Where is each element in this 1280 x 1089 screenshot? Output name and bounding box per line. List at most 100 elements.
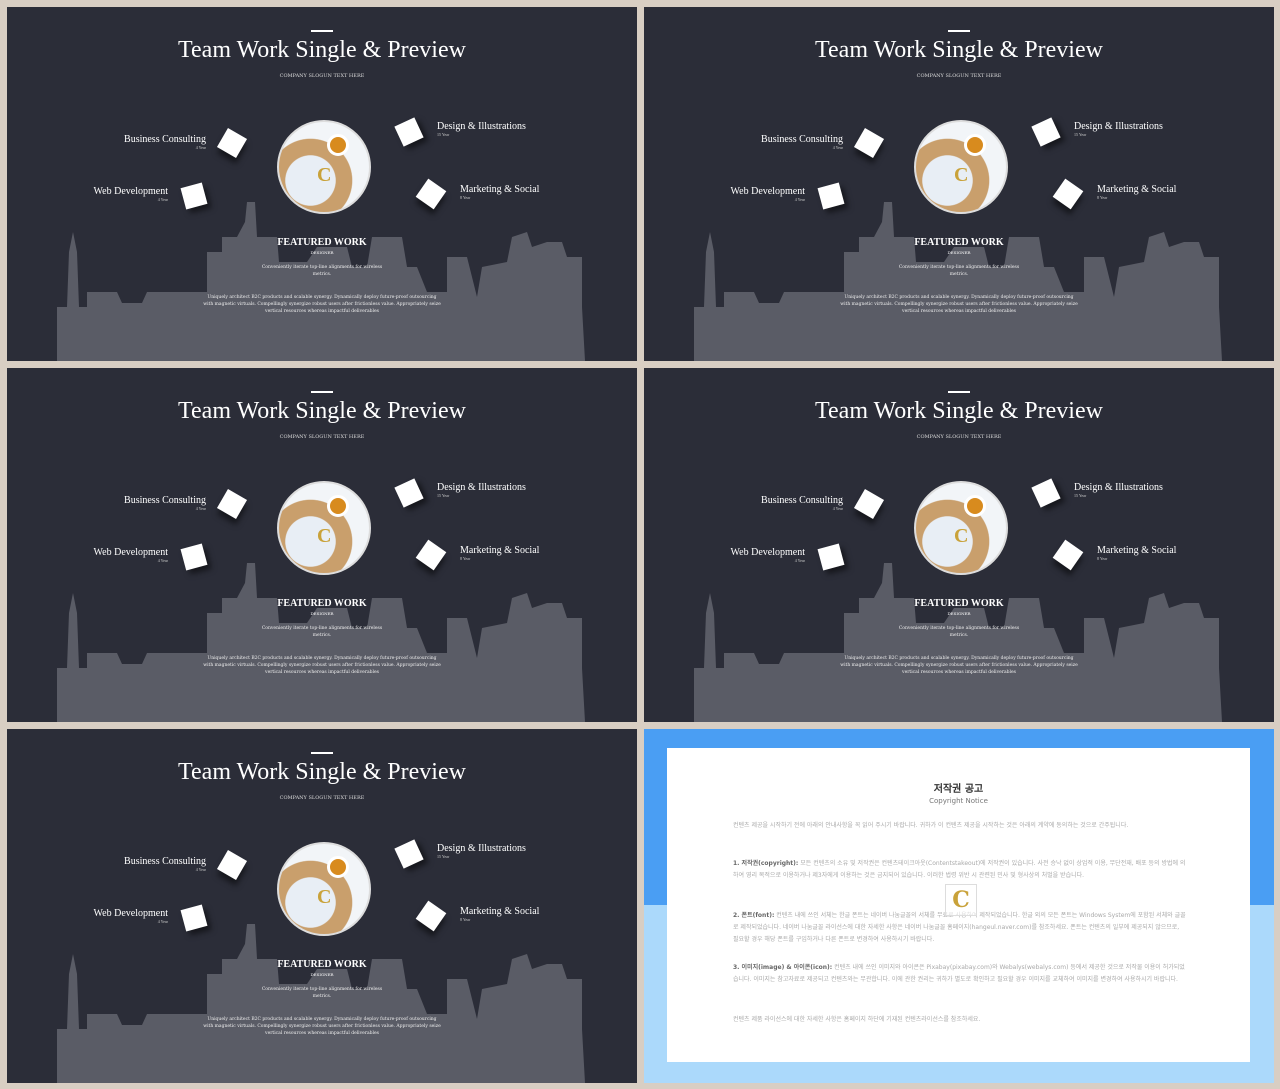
skill-label: Web Development bbox=[93, 186, 168, 197]
skill-web-development: Web Development 4 Year bbox=[94, 547, 168, 563]
logo-letter: C bbox=[954, 525, 969, 547]
skill-label: Business Consulting bbox=[761, 495, 843, 506]
featured-role: DESIGNER bbox=[310, 972, 334, 977]
skill-design-illustrations: Design & Illustrations 15 Year bbox=[1074, 121, 1163, 137]
featured-description: Uniquely architect B2C products and scal… bbox=[840, 656, 1078, 675]
skill-business-consulting: Business Consulting 4 Year bbox=[761, 495, 843, 511]
featured-description: Uniquely architect B2C products and scal… bbox=[840, 295, 1078, 314]
skill-label: Design & Illustrations bbox=[437, 121, 526, 132]
featured-description: Uniquely architect B2C products and scal… bbox=[203, 1017, 441, 1036]
title-divider bbox=[311, 30, 333, 32]
copyright-subtitle: Copyright Notice bbox=[929, 797, 988, 805]
skill-label: Business Consulting bbox=[124, 856, 206, 867]
skill-years: 15 Year bbox=[437, 854, 450, 859]
skill-marketing-social: Marketing & Social 8 Year bbox=[460, 906, 539, 922]
featured-intro: Conveniently iterate top-line alignments… bbox=[898, 626, 1020, 638]
skill-label: Design & Illustrations bbox=[1074, 482, 1163, 493]
copyright-title: 저작권 공고 bbox=[933, 784, 984, 795]
slide-thumbnail-2[interactable]: Team Work Single & Preview COMPANY SLOGU… bbox=[644, 7, 1274, 361]
slide-thumbnail-1[interactable]: Team Work Single & Preview COMPANY SLOGU… bbox=[7, 7, 637, 361]
skill-web-development: Web Development 4 Year bbox=[731, 186, 805, 202]
title-divider bbox=[311, 391, 333, 393]
skill-web-development: Web Development 4 Year bbox=[731, 547, 805, 563]
skill-label: Design & Illustrations bbox=[437, 482, 526, 493]
copyright-footer: 컨텐츠 제품 라이선스에 대한 자세한 사항은 홈페이지 하단에 기재된 컨텐츠… bbox=[733, 1016, 981, 1023]
skill-label: Web Development bbox=[93, 547, 168, 558]
skill-years: 15 Year bbox=[437, 132, 450, 137]
slide-thumbnail-3[interactable]: Team Work Single & Preview COMPANY SLOGU… bbox=[7, 368, 637, 722]
title-divider bbox=[948, 30, 970, 32]
skill-years: 8 Year bbox=[1097, 195, 1108, 200]
skill-years: 8 Year bbox=[1097, 556, 1108, 561]
featured-role: DESIGNER bbox=[310, 611, 334, 616]
coffee-cup-icon bbox=[327, 856, 349, 878]
slide-title: Team Work Single & Preview bbox=[815, 37, 1103, 63]
coffee-cup-icon bbox=[964, 495, 986, 517]
slide-thumbnail-5[interactable]: Team Work Single & Preview COMPANY SLOGU… bbox=[7, 729, 637, 1083]
skill-business-consulting: Business Consulting 4 Year bbox=[761, 134, 843, 150]
featured-intro: Conveniently iterate top-line alignments… bbox=[261, 626, 383, 638]
featured-role: DESIGNER bbox=[310, 250, 334, 255]
copyright-slide: 저작권 공고 Copyright Notice 컨텐츠 제공을 시작하기 전에 … bbox=[644, 729, 1274, 1083]
skill-marketing-social: Marketing & Social 8 Year bbox=[1097, 545, 1176, 561]
featured-heading: FEATURED WORK bbox=[277, 237, 367, 248]
skill-design-illustrations: Design & Illustrations 15 Year bbox=[437, 121, 526, 137]
copyright-intro: 컨텐츠 제공을 시작하기 전에 아래의 안내사항을 꼭 읽어 주시기 바랍니다.… bbox=[733, 822, 1129, 829]
skill-years: 4 Year bbox=[157, 919, 168, 924]
featured-intro: Conveniently iterate top-line alignments… bbox=[898, 265, 1020, 277]
logo-letter: C bbox=[954, 164, 969, 186]
skill-label: Business Consulting bbox=[124, 134, 206, 145]
featured-intro: Conveniently iterate top-line alignments… bbox=[261, 987, 383, 999]
coffee-cup-icon bbox=[327, 495, 349, 517]
logo-letter: C bbox=[317, 886, 332, 908]
featured-heading: FEATURED WORK bbox=[277, 959, 367, 970]
skill-label: Business Consulting bbox=[761, 134, 843, 145]
featured-image: C bbox=[914, 481, 1008, 575]
slide-thumbnail-4[interactable]: Team Work Single & Preview COMPANY SLOGU… bbox=[644, 368, 1274, 722]
featured-heading: FEATURED WORK bbox=[914, 598, 1004, 609]
skill-years: 4 Year bbox=[794, 197, 805, 202]
slide-title: Team Work Single & Preview bbox=[178, 759, 466, 785]
slide-title: Team Work Single & Preview bbox=[815, 398, 1103, 424]
logo-letter: C bbox=[317, 525, 332, 547]
featured-image: C bbox=[277, 120, 371, 214]
slide-slogan: COMPANY SLOGUN TEXT HERE bbox=[916, 434, 1002, 440]
watermark-logo: C bbox=[945, 884, 977, 916]
item-body: 컨텐츠 내에 쓰인 서체는 한글 폰트는 네이버 나눔글꼴의 서체를 무료로 사… bbox=[733, 912, 1186, 943]
skill-label: Marketing & Social bbox=[460, 906, 540, 917]
skill-label: Marketing & Social bbox=[1097, 184, 1177, 195]
copyright-item-3: 3. 이미지(image) & 아이콘(icon): 컨텐츠 내에 쓰인 이미지… bbox=[733, 962, 1186, 986]
featured-role: DESIGNER bbox=[947, 250, 971, 255]
skill-years: 4 Year bbox=[195, 867, 206, 872]
featured-heading: FEATURED WORK bbox=[277, 598, 367, 609]
coffee-cup-icon bbox=[964, 134, 986, 156]
item-heading: 2. 폰트(font): bbox=[733, 912, 775, 919]
skill-years: 15 Year bbox=[1074, 493, 1087, 498]
skill-design-illustrations: Design & Illustrations 15 Year bbox=[1074, 482, 1163, 498]
skill-years: 4 Year bbox=[195, 145, 206, 150]
featured-image: C bbox=[277, 842, 371, 936]
logo-letter: C bbox=[317, 164, 332, 186]
featured-image: C bbox=[277, 481, 371, 575]
skill-years: 4 Year bbox=[832, 506, 843, 511]
skill-years: 15 Year bbox=[1074, 132, 1087, 137]
featured-intro: Conveniently iterate top-line alignments… bbox=[261, 265, 383, 277]
skill-label: Marketing & Social bbox=[460, 184, 540, 195]
skill-marketing-social: Marketing & Social 8 Year bbox=[460, 545, 539, 561]
skill-years: 4 Year bbox=[832, 145, 843, 150]
skill-label: Design & Illustrations bbox=[1074, 121, 1163, 132]
skill-label: Business Consulting bbox=[124, 495, 206, 506]
slide-slogan: COMPANY SLOGUN TEXT HERE bbox=[279, 795, 365, 801]
skill-marketing-social: Marketing & Social 8 Year bbox=[460, 184, 539, 200]
title-divider bbox=[311, 752, 333, 754]
skill-business-consulting: Business Consulting 4 Year bbox=[124, 134, 206, 150]
featured-image: C bbox=[914, 120, 1008, 214]
skill-years: 4 Year bbox=[157, 558, 168, 563]
skill-years: 4 Year bbox=[794, 558, 805, 563]
skill-business-consulting: Business Consulting 4 Year bbox=[124, 856, 206, 872]
skill-label: Design & Illustrations bbox=[437, 843, 526, 854]
skill-label: Web Development bbox=[93, 908, 168, 919]
featured-role: DESIGNER bbox=[947, 611, 971, 616]
item-body: 모든 컨텐츠의 소유 및 저작권은 컨텐츠테이크아웃(Contentstakeo… bbox=[733, 860, 1186, 879]
skill-web-development: Web Development 4 Year bbox=[94, 186, 168, 202]
